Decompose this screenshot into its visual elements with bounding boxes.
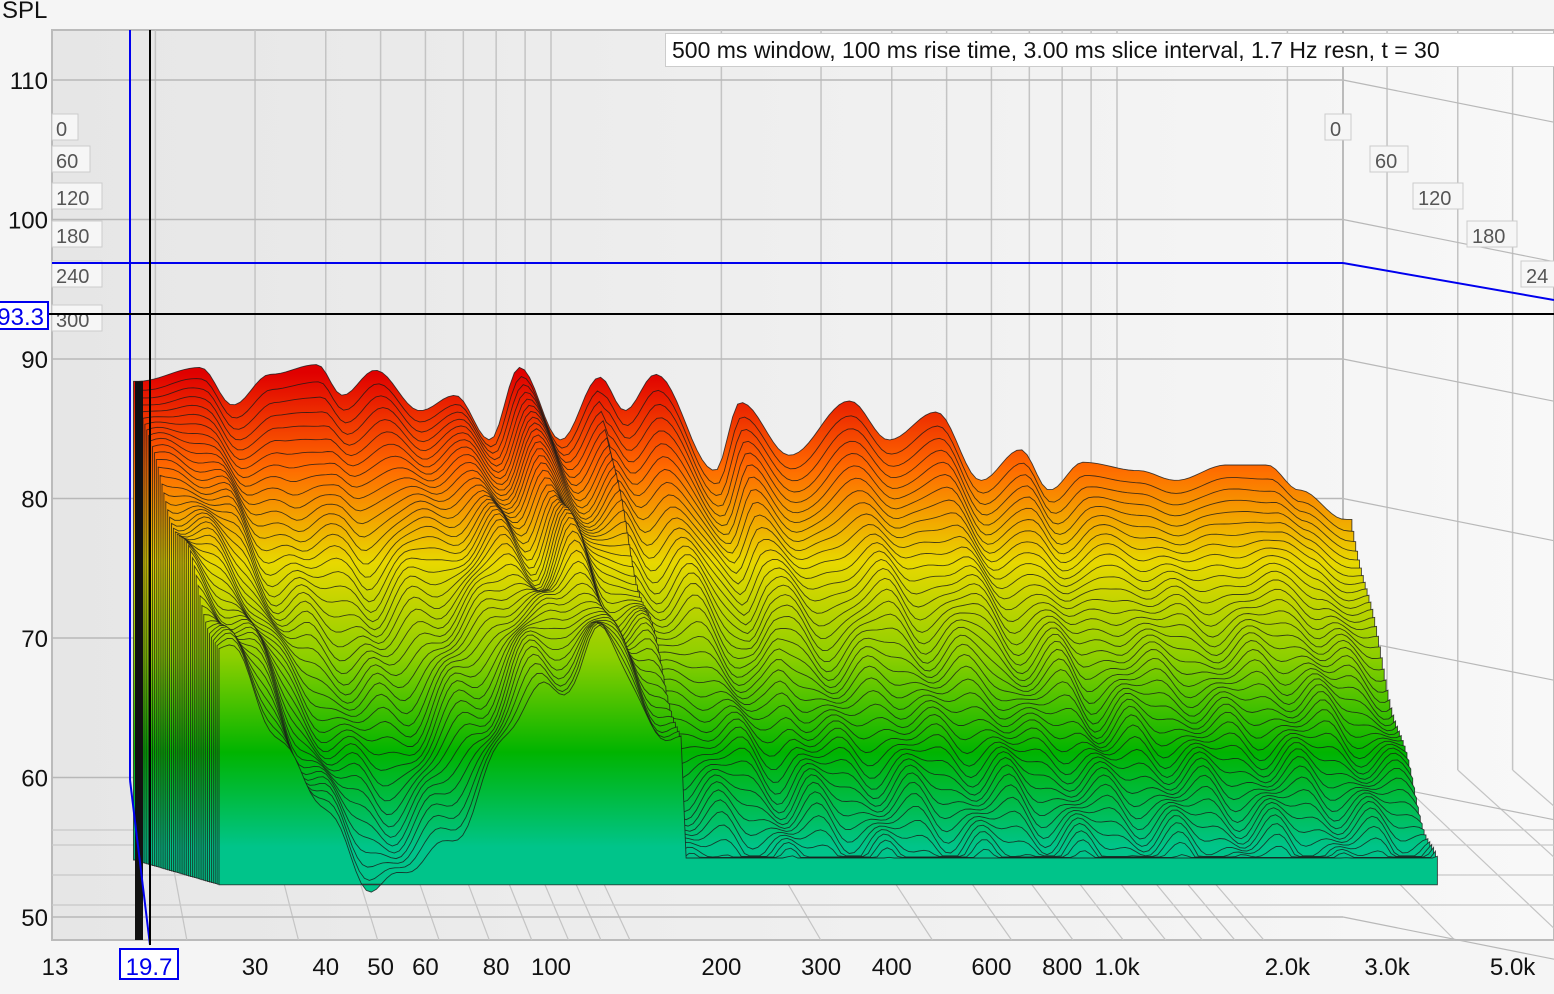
- y-tick-label: 100: [8, 208, 48, 235]
- time-tick-label-left: 180: [56, 226, 89, 248]
- y-tick-label: 90: [21, 347, 48, 374]
- time-tick-label-right: 180: [1472, 226, 1505, 248]
- time-tick-label-right: 60: [1375, 151, 1397, 173]
- time-tick-label-left: 120: [56, 188, 89, 210]
- y-tick-label: 110: [10, 68, 48, 95]
- x-tick-label: 5.0k: [1490, 954, 1536, 981]
- x-tick-label: 60: [412, 954, 439, 981]
- cursor-spl-readout: 93.3: [0, 304, 44, 331]
- x-tick-label: 800: [1042, 954, 1082, 981]
- x-tick-label: 600: [971, 954, 1011, 981]
- y-axis-title: SPL: [2, 0, 47, 24]
- x-tick-label: 30: [242, 954, 269, 981]
- y-tick-label: 70: [21, 626, 48, 653]
- x-tick-label: 2.0k: [1265, 954, 1311, 981]
- x-tick-label: 3.0k: [1364, 954, 1410, 981]
- y-tick-label: 80: [21, 487, 48, 514]
- chart-info-banner: 500 ms window, 100 ms rise time, 3.00 ms…: [665, 33, 1554, 67]
- x-tick-label: 400: [872, 954, 912, 981]
- cursor-freq-readout: 19.7: [126, 954, 173, 981]
- x-tick-label: 50: [367, 954, 394, 981]
- time-tick-label-right: 120: [1418, 188, 1451, 210]
- x-tick-label: 200: [701, 954, 741, 981]
- time-tick-label-right: 0: [1330, 119, 1341, 141]
- x-tick-label: 80: [483, 954, 510, 981]
- x-tick-label: 100: [531, 954, 571, 981]
- waterfall-chart[interactable]: 0 60 120 180 240 300 0 60 120 180 24 SPL 110 100 90 80 7…: [0, 0, 1554, 994]
- time-tick-label-right: 24: [1526, 266, 1548, 288]
- time-tick-label-left: 240: [56, 266, 89, 288]
- time-tick-label-left: 60: [56, 151, 78, 173]
- y-tick-label: 50: [21, 905, 48, 932]
- x-tick-label: 40: [312, 954, 339, 981]
- x-tick-label: 300: [801, 954, 841, 981]
- y-tick-label: 60: [21, 766, 48, 793]
- time-tick-label-left: 0: [56, 119, 67, 141]
- x-tick-label: 13: [42, 954, 69, 981]
- x-tick-label: 1.0k: [1094, 954, 1140, 981]
